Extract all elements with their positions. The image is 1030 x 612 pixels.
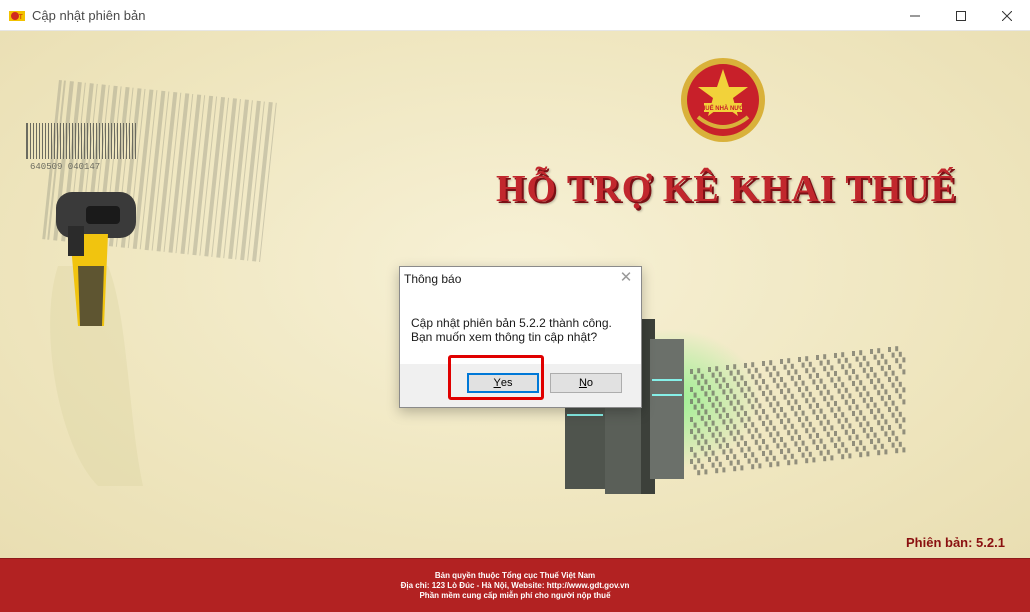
version-label: Phiên bản: 5.2.1 — [906, 535, 1005, 550]
footer-address: Địa chỉ: 123 Lò Đúc - Hà Nội, Website: h… — [400, 581, 630, 590]
close-icon: ✕ — [619, 269, 633, 286]
tax-app-icon: T — [9, 11, 25, 21]
close-icon — [1002, 10, 1012, 21]
svg-text:640509 040147: 640509 040147 — [30, 162, 100, 171]
minimize-button[interactable] — [892, 0, 938, 31]
dialog-message-line1: Cập nhật phiên bản 5.2.2 thành công. — [411, 316, 612, 330]
maximize-button[interactable] — [938, 0, 984, 31]
hero-title: HỖ TRỢ KÊ KHAI THUẾ — [496, 168, 958, 210]
no-button[interactable]: No — [550, 373, 622, 393]
title-bar[interactable]: T Cập nhật phiên bản — [0, 0, 1030, 31]
national-emblem-icon: THUẾ NHÀ NƯỚC — [681, 58, 765, 142]
dialog-title: Thông báo — [404, 272, 462, 286]
close-button[interactable] — [984, 0, 1030, 31]
window-title: Cập nhật phiên bản — [32, 8, 146, 23]
barcode-small: 640509 040147 — [26, 123, 136, 171]
footer-copyright: Bản quyền thuộc Tổng cục Thuế Việt Nam — [434, 571, 596, 580]
minimize-icon — [910, 15, 920, 16]
maximize-icon — [956, 10, 966, 21]
dialog-close-button[interactable]: ✕ — [619, 269, 633, 286]
svg-text:THUẾ NHÀ NƯỚC: THUẾ NHÀ NƯỚC — [697, 104, 749, 112]
dialog-message: Cập nhật phiên bản 5.2.2 thành công. Bạn… — [411, 316, 612, 344]
barcode-scanner-icon — [50, 192, 144, 486]
dialog-message-line2: Bạn muốn xem thông tin cập nhật? — [411, 330, 598, 344]
svg-text:T: T — [19, 15, 23, 21]
footer-note: Phần mềm cung cấp miễn phí cho người nộp… — [419, 591, 611, 600]
yes-button-highlight — [448, 355, 544, 400]
app-window: T Cập nhật phiên bản 640509 040147 THUẾ … — [0, 0, 1030, 612]
footer: Bản quyền thuộc Tổng cục Thuế Việt Nam Đ… — [0, 558, 1030, 612]
